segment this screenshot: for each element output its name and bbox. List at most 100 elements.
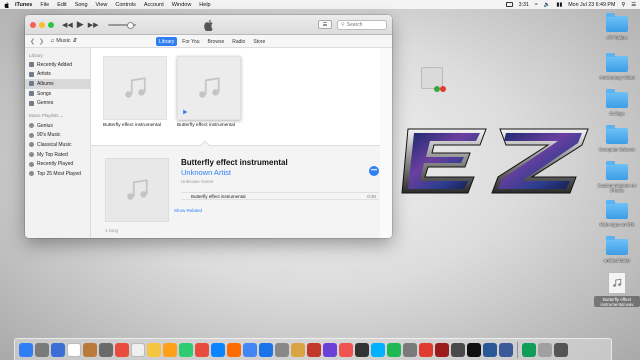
menu-app-name[interactable]: iTunes: [15, 2, 32, 8]
show-related-link[interactable]: Show Related: [174, 208, 202, 213]
dock-app-icon[interactable]: [227, 342, 241, 357]
sidebar-item-classical-music[interactable]: Classical Music: [25, 140, 90, 150]
back-arrow-icon[interactable]: ❮: [30, 38, 35, 45]
menu-song[interactable]: Song: [75, 2, 88, 8]
menubar-clock[interactable]: Mon Jul 23 6:49 PM: [568, 2, 615, 8]
status-time-short[interactable]: 3:31: [519, 2, 529, 8]
dock-app-icon[interactable]: [467, 342, 481, 357]
dock-app-icon[interactable]: [537, 342, 552, 357]
tab-library[interactable]: Library: [156, 37, 178, 46]
dock-app-icon[interactable]: [35, 342, 49, 357]
dock-app-icon[interactable]: [115, 342, 129, 357]
wifi-icon[interactable]: ≈: [535, 2, 538, 8]
dock-app-icon[interactable]: [147, 342, 161, 357]
dock-app-icon[interactable]: [275, 342, 289, 357]
dock-app-icon[interactable]: [195, 342, 209, 357]
desktop-folder[interactable]: untitled folder: [594, 236, 640, 263]
dragged-file-icon[interactable]: [421, 67, 443, 89]
sidebar-item-my-top-rated[interactable]: My Top Rated: [25, 150, 90, 160]
search-field[interactable]: ⚲: [337, 19, 387, 30]
volume-icon[interactable]: 🔈: [544, 2, 551, 8]
dock-app-icon[interactable]: [403, 342, 417, 357]
dock-app-icon[interactable]: [339, 342, 353, 357]
zoom-window-button[interactable]: [48, 21, 54, 28]
desktop-folder[interactable]: Anniversary Video: [594, 53, 640, 80]
dock-app-icon[interactable]: [259, 342, 273, 357]
screen-recording-icon[interactable]: [505, 2, 513, 7]
up-next-button[interactable]: ☰: [318, 20, 332, 29]
menu-file[interactable]: File: [40, 2, 49, 8]
sidebar-item-90s-music[interactable]: 90's Music: [25, 131, 90, 141]
spotlight-icon[interactable]: ⚲: [621, 2, 625, 8]
apple-menu-icon[interactable]: [4, 1, 10, 8]
dock-app-icon[interactable]: [243, 342, 257, 357]
menu-help[interactable]: Help: [199, 2, 210, 8]
playlists-header[interactable]: Music Playlists ⌄: [25, 111, 90, 121]
notification-center-icon[interactable]: ☰: [631, 2, 636, 8]
sidebar-item-recently-added[interactable]: Recently Added: [25, 60, 90, 70]
desktop-file[interactable]: Butterfly effect instrumental.wav: [594, 272, 640, 307]
dock-app-icon[interactable]: [451, 342, 465, 357]
forward-arrow-icon[interactable]: ❯: [39, 38, 44, 45]
sidebar-item-genius[interactable]: Genius: [25, 121, 90, 131]
desktop-folder[interactable]: Computer Science: [594, 125, 640, 152]
album-card-selected[interactable]: Butterfly effect instrumental: [177, 56, 241, 128]
media-kind-select[interactable]: ♫ Music ⇵: [50, 38, 77, 44]
desktop-folder[interactable]: College: [594, 89, 640, 116]
sidebar-item-recently-played[interactable]: Recently Played: [25, 159, 90, 169]
dock-app-icon[interactable]: [19, 342, 33, 357]
sidebar-item-genres[interactable]: Genres: [25, 98, 90, 108]
dock-app-icon[interactable]: [355, 342, 369, 357]
close-window-button[interactable]: [30, 21, 36, 28]
dock-app-icon[interactable]: [67, 342, 81, 357]
dock-app-icon[interactable]: [521, 342, 536, 357]
sidebar-item-top-25-most-played[interactable]: Top 25 Most Played: [25, 169, 90, 179]
dock-app-icon[interactable]: [179, 342, 193, 357]
previous-track-icon[interactable]: ◀◀: [62, 21, 73, 29]
play-icon[interactable]: ▶: [77, 19, 84, 30]
track-row[interactable]: Butterfly effect instrumental 0:30: [181, 192, 379, 200]
menu-edit[interactable]: Edit: [57, 2, 66, 8]
desktop-folder[interactable]: Custom ringtone on iPhone: [594, 161, 640, 193]
desktop-folder[interactable]: All Folders: [594, 13, 640, 40]
menu-window[interactable]: Window: [172, 2, 192, 8]
dock-app-icon[interactable]: [483, 342, 497, 357]
dock-app-icon[interactable]: [371, 342, 385, 357]
more-options-button[interactable]: •••: [369, 166, 379, 176]
menu-controls[interactable]: Controls: [115, 2, 135, 8]
dock-app-icon[interactable]: [291, 342, 305, 357]
sidebar-item-artists[interactable]: Artists: [25, 70, 90, 80]
minimize-window-button[interactable]: [39, 21, 45, 28]
dock-app-icon[interactable]: [435, 342, 449, 357]
dock-app-icon[interactable]: [419, 342, 433, 357]
tab-for-you[interactable]: For You: [179, 37, 202, 46]
volume-slider[interactable]: [108, 21, 137, 29]
sidebar-item-songs[interactable]: Songs: [25, 89, 90, 99]
dock-app-icon[interactable]: [51, 342, 65, 357]
tab-radio[interactable]: Radio: [229, 37, 248, 46]
dock-app-icon[interactable]: [499, 342, 513, 357]
dock-app-icon[interactable]: [163, 342, 177, 357]
dock-app-icon[interactable]: [131, 342, 145, 357]
sidebar-item-albums[interactable]: Albums: [25, 79, 90, 89]
dock-app-icon[interactable]: [307, 342, 321, 357]
dock-app-icon[interactable]: [387, 342, 401, 357]
menu-view[interactable]: View: [96, 2, 108, 8]
tab-browse[interactable]: Browse: [205, 37, 228, 46]
search-input[interactable]: [346, 21, 387, 28]
dock-app-icon[interactable]: [99, 342, 113, 357]
detail-artist-link[interactable]: Unknown Artist: [181, 168, 379, 177]
battery-icon[interactable]: ▮▮: [556, 2, 562, 8]
tab-store[interactable]: Store: [250, 37, 268, 46]
album-card[interactable]: Butterfly effect instrumental: [103, 56, 167, 128]
dock-app-icon[interactable]: [83, 342, 97, 357]
dock-app-icon[interactable]: [211, 342, 225, 357]
dock-app-icon[interactable]: [323, 342, 337, 357]
desktop-folder[interactable]: Hide Apps on iOS: [594, 200, 640, 227]
dock-app-icon[interactable]: [553, 342, 568, 357]
menu-account[interactable]: Account: [144, 2, 164, 8]
play-album-icon[interactable]: [182, 109, 188, 115]
next-track-icon[interactable]: ▶▶: [88, 21, 99, 29]
album-artwork[interactable]: [177, 56, 241, 120]
album-artwork[interactable]: [103, 56, 167, 120]
